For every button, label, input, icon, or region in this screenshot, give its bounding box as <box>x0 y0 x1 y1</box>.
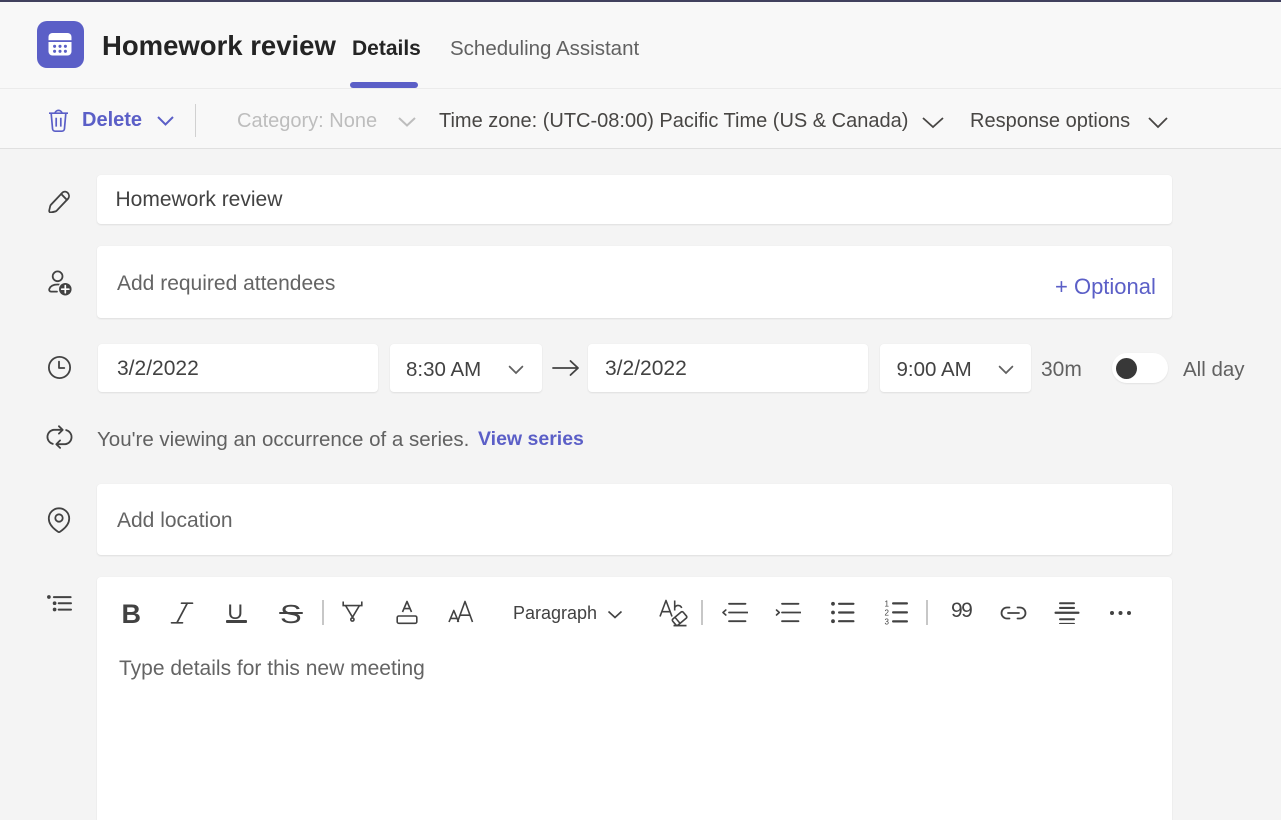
svg-text:2: 2 <box>885 608 890 617</box>
svg-text:1: 1 <box>885 599 890 608</box>
svg-text:3: 3 <box>885 617 890 625</box>
